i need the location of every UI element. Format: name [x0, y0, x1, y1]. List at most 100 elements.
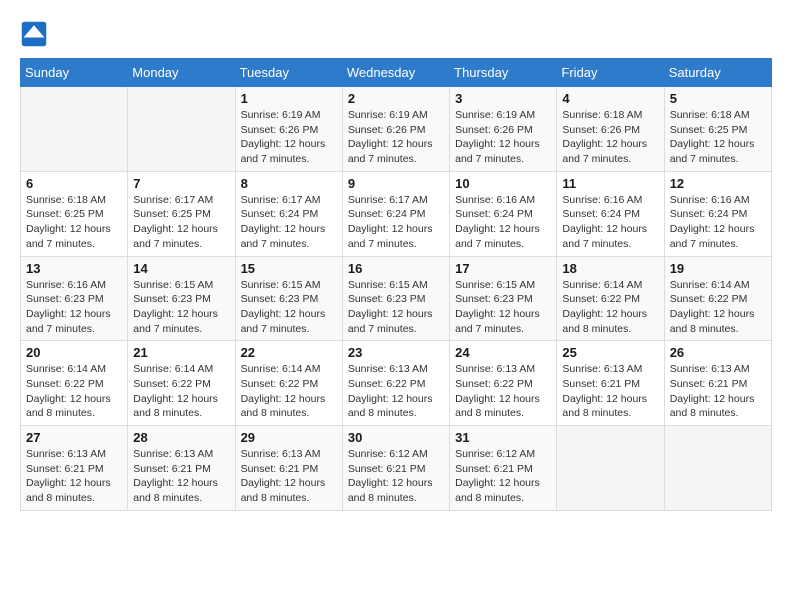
col-header-saturday: Saturday: [664, 59, 771, 87]
day-info: Sunrise: 6:18 AM Sunset: 6:25 PM Dayligh…: [670, 108, 766, 167]
day-number: 12: [670, 176, 766, 191]
day-number: 7: [133, 176, 229, 191]
day-cell: 18Sunrise: 6:14 AM Sunset: 6:22 PM Dayli…: [557, 256, 664, 341]
day-info: Sunrise: 6:17 AM Sunset: 6:24 PM Dayligh…: [241, 193, 337, 252]
day-number: 24: [455, 345, 551, 360]
day-info: Sunrise: 6:15 AM Sunset: 6:23 PM Dayligh…: [455, 278, 551, 337]
day-number: 8: [241, 176, 337, 191]
col-header-friday: Friday: [557, 59, 664, 87]
day-cell: 19 Sunrise: 6:14 AM Sunset: 6:22 PM Dayli…: [664, 256, 771, 341]
day-info: Sunrise: 6:16 AM Sunset: 6:24 PM Dayligh…: [670, 193, 766, 252]
day-number: 30: [348, 430, 444, 445]
day-cell: 12 Sunrise: 6:16 AM Sunset: 6:24 PM Dayli…: [664, 171, 771, 256]
day-number: 11: [562, 176, 658, 191]
day-cell: 6 Sunrise: 6:18 AM Sunset: 6:25 PM Daylig…: [21, 171, 128, 256]
day-number: 6: [26, 176, 122, 191]
day-number: 19: [670, 261, 766, 276]
col-header-monday: Monday: [128, 59, 235, 87]
day-info: Sunrise: 6:14 AM Sunset: 6:22 PM Dayligh…: [26, 362, 122, 421]
day-cell: 2 Sunrise: 6:19 AM Sunset: 6:26 PM Daylig…: [342, 87, 449, 172]
day-number: 20: [26, 345, 122, 360]
day-info: Sunrise: 6:19 AM Sunset: 6:26 PM Dayligh…: [241, 108, 337, 167]
day-number: 26: [670, 345, 766, 360]
day-cell: 25 Sunrise: 6:13 AM Sunset: 6:21 PM Dayli…: [557, 341, 664, 426]
day-number: 5: [670, 91, 766, 106]
day-number: 10: [455, 176, 551, 191]
header-row: SundayMondayTuesdayWednesdayThursdayFrid…: [21, 59, 772, 87]
day-info: Sunrise: 6:13 AM Sunset: 6:21 PM Dayligh…: [241, 447, 337, 506]
day-info: Sunrise: 6:14 AM Sunset: 6:22 PM Dayligh…: [133, 362, 229, 421]
day-cell: 24 Sunrise: 6:13 AM Sunset: 6:22 PM Dayli…: [450, 341, 557, 426]
day-cell: 1 Sunrise: 6:19 AM Sunset: 6:26 PM Daylig…: [235, 87, 342, 172]
day-cell: 28 Sunrise: 6:13 AM Sunset: 6:21 PM Dayli…: [128, 426, 235, 511]
day-cell: 22Sunrise: 6:14 AM Sunset: 6:22 PM Dayli…: [235, 341, 342, 426]
day-number: 14: [133, 261, 229, 276]
day-info: Sunrise: 6:15 AM Sunset: 6:23 PM Dayligh…: [133, 278, 229, 337]
day-cell: [21, 87, 128, 172]
day-cell: 13Sunrise: 6:16 AM Sunset: 6:23 PM Dayli…: [21, 256, 128, 341]
day-number: 15: [241, 261, 337, 276]
day-info: Sunrise: 6:18 AM Sunset: 6:26 PM Dayligh…: [562, 108, 658, 167]
day-cell: 3 Sunrise: 6:19 AM Sunset: 6:26 PM Daylig…: [450, 87, 557, 172]
day-cell: 16 Sunrise: 6:15 AM Sunset: 6:23 PM Dayli…: [342, 256, 449, 341]
logo-icon: [20, 20, 48, 48]
day-info: Sunrise: 6:19 AM Sunset: 6:26 PM Dayligh…: [455, 108, 551, 167]
day-info: Sunrise: 6:13 AM Sunset: 6:21 PM Dayligh…: [562, 362, 658, 421]
day-number: 1: [241, 91, 337, 106]
day-info: Sunrise: 6:15 AM Sunset: 6:23 PM Dayligh…: [241, 278, 337, 337]
day-number: 17: [455, 261, 551, 276]
day-number: 4: [562, 91, 658, 106]
week-row-1: 1 Sunrise: 6:19 AM Sunset: 6:26 PM Daylig…: [21, 87, 772, 172]
day-number: 31: [455, 430, 551, 445]
col-header-tuesday: Tuesday: [235, 59, 342, 87]
day-info: Sunrise: 6:14 AM Sunset: 6:22 PM Dayligh…: [670, 278, 766, 337]
col-header-wednesday: Wednesday: [342, 59, 449, 87]
day-info: Sunrise: 6:16 AM Sunset: 6:24 PM Dayligh…: [562, 193, 658, 252]
day-cell: [557, 426, 664, 511]
day-info: Sunrise: 6:16 AM Sunset: 6:23 PM Dayligh…: [26, 278, 122, 337]
logo: [20, 20, 52, 48]
day-info: Sunrise: 6:15 AM Sunset: 6:23 PM Dayligh…: [348, 278, 444, 337]
day-info: Sunrise: 6:17 AM Sunset: 6:25 PM Dayligh…: [133, 193, 229, 252]
day-cell: 31 Sunrise: 6:12 AM Sunset: 6:21 PM Dayli…: [450, 426, 557, 511]
day-cell: 29 Sunrise: 6:13 AM Sunset: 6:21 PM Dayli…: [235, 426, 342, 511]
day-number: 3: [455, 91, 551, 106]
day-number: 25: [562, 345, 658, 360]
day-info: Sunrise: 6:13 AM Sunset: 6:21 PM Dayligh…: [26, 447, 122, 506]
day-number: 29: [241, 430, 337, 445]
day-number: 9: [348, 176, 444, 191]
week-row-4: 20 Sunrise: 6:14 AM Sunset: 6:22 PM Dayli…: [21, 341, 772, 426]
day-info: Sunrise: 6:13 AM Sunset: 6:22 PM Dayligh…: [455, 362, 551, 421]
day-cell: 7 Sunrise: 6:17 AM Sunset: 6:25 PM Daylig…: [128, 171, 235, 256]
calendar-table: SundayMondayTuesdayWednesdayThursdayFrid…: [20, 58, 772, 511]
day-cell: [128, 87, 235, 172]
day-cell: 21 Sunrise: 6:14 AM Sunset: 6:22 PM Dayli…: [128, 341, 235, 426]
day-number: 28: [133, 430, 229, 445]
day-cell: 30Sunrise: 6:12 AM Sunset: 6:21 PM Dayli…: [342, 426, 449, 511]
day-cell: 8 Sunrise: 6:17 AM Sunset: 6:24 PM Daylig…: [235, 171, 342, 256]
day-number: 16: [348, 261, 444, 276]
day-cell: [664, 426, 771, 511]
day-info: Sunrise: 6:14 AM Sunset: 6:22 PM Dayligh…: [562, 278, 658, 337]
col-header-sunday: Sunday: [21, 59, 128, 87]
day-info: Sunrise: 6:19 AM Sunset: 6:26 PM Dayligh…: [348, 108, 444, 167]
day-info: Sunrise: 6:12 AM Sunset: 6:21 PM Dayligh…: [455, 447, 551, 506]
day-cell: 11 Sunrise: 6:16 AM Sunset: 6:24 PM Dayli…: [557, 171, 664, 256]
day-cell: 15 Sunrise: 6:15 AM Sunset: 6:23 PM Dayli…: [235, 256, 342, 341]
day-cell: 20 Sunrise: 6:14 AM Sunset: 6:22 PM Dayli…: [21, 341, 128, 426]
day-cell: 10Sunrise: 6:16 AM Sunset: 6:24 PM Dayli…: [450, 171, 557, 256]
day-cell: 9 Sunrise: 6:17 AM Sunset: 6:24 PM Daylig…: [342, 171, 449, 256]
day-info: Sunrise: 6:13 AM Sunset: 6:21 PM Dayligh…: [133, 447, 229, 506]
day-cell: 27 Sunrise: 6:13 AM Sunset: 6:21 PM Dayli…: [21, 426, 128, 511]
day-number: 21: [133, 345, 229, 360]
day-cell: 4 Sunrise: 6:18 AM Sunset: 6:26 PM Daylig…: [557, 87, 664, 172]
week-row-2: 6 Sunrise: 6:18 AM Sunset: 6:25 PM Daylig…: [21, 171, 772, 256]
day-number: 27: [26, 430, 122, 445]
day-info: Sunrise: 6:14 AM Sunset: 6:22 PM Dayligh…: [241, 362, 337, 421]
day-number: 2: [348, 91, 444, 106]
page-header: [20, 20, 772, 48]
week-row-5: 27 Sunrise: 6:13 AM Sunset: 6:21 PM Dayli…: [21, 426, 772, 511]
day-info: Sunrise: 6:18 AM Sunset: 6:25 PM Dayligh…: [26, 193, 122, 252]
day-info: Sunrise: 6:17 AM Sunset: 6:24 PM Dayligh…: [348, 193, 444, 252]
col-header-thursday: Thursday: [450, 59, 557, 87]
